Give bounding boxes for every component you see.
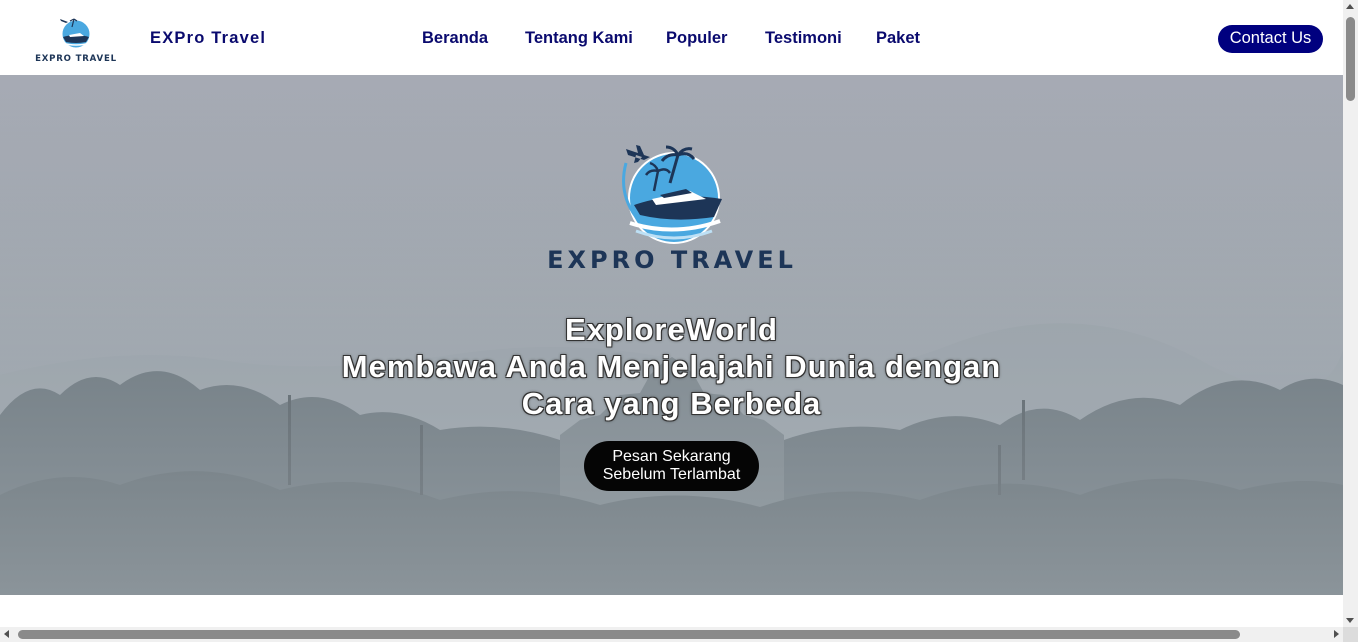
hero-heading-line-3: Cara yang Berbeda	[521, 386, 822, 421]
nav-link-beranda[interactable]: Beranda	[422, 29, 488, 48]
vertical-scroll-thumb[interactable]	[1346, 17, 1355, 101]
hero-heading-line-1: ExploreWorld	[565, 312, 778, 347]
book-now-button[interactable]: Pesan Sekarang Sebelum Terlambat	[584, 441, 759, 491]
scroll-down-arrow-icon[interactable]	[1346, 618, 1354, 623]
horizontal-scroll-thumb[interactable]	[18, 630, 1240, 639]
boat-palm-plane-logo-icon	[622, 145, 722, 244]
logo-emblem-icon	[60, 18, 91, 49]
book-now-line-2: Sebelum Terlambat	[602, 466, 741, 483]
logo-text: EXPRO TRAVEL	[35, 54, 117, 64]
nav-link-testimoni[interactable]: Testimoni	[765, 29, 842, 48]
nav-link-populer[interactable]: Populer	[666, 29, 727, 48]
hero-logo-text: EXPRO TRAVEL	[547, 246, 797, 274]
book-now-line-1: Pesan Sekarang	[612, 448, 731, 465]
nav-link-tentang-kami[interactable]: Tentang Kami	[525, 29, 633, 48]
scroll-up-arrow-icon[interactable]	[1346, 4, 1354, 9]
hero-logo: EXPRO TRAVEL	[547, 145, 797, 274]
horizontal-scrollbar[interactable]	[0, 627, 1343, 642]
next-section-top	[0, 595, 1343, 627]
vertical-scrollbar[interactable]	[1343, 0, 1358, 627]
navbar: EXPRO TRAVEL EXPro Travel Beranda Tentan…	[0, 0, 1343, 75]
expro-travel-logo[interactable]: EXPRO TRAVEL	[30, 13, 122, 65]
scroll-left-arrow-icon[interactable]	[4, 630, 9, 638]
brand-name[interactable]: EXPro Travel	[150, 29, 266, 48]
scrollbar-corner	[1343, 627, 1358, 642]
hero-section: EXPRO TRAVEL ExploreWorld Membawa Anda M…	[0, 75, 1343, 595]
scroll-right-arrow-icon[interactable]	[1334, 630, 1339, 638]
hero-heading-line-2: Membawa Anda Menjelajahi Dunia dengan	[341, 349, 1002, 384]
nav-link-paket[interactable]: Paket	[876, 29, 920, 48]
contact-us-button[interactable]: Contact Us	[1218, 25, 1323, 53]
hero-heading: ExploreWorld Membawa Anda Menjelajahi Du…	[250, 311, 1093, 422]
